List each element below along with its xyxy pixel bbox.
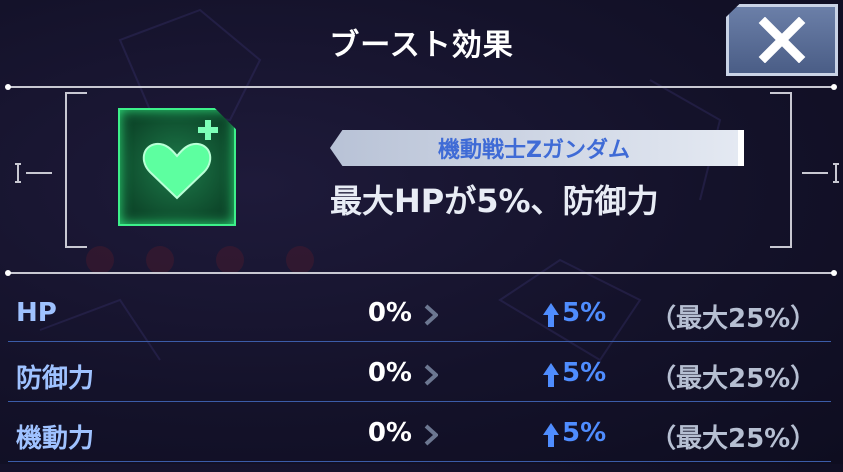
stat-new: 5% bbox=[562, 298, 607, 328]
chevron-right-icon bbox=[424, 304, 438, 326]
stat-max: （最大25%） bbox=[650, 364, 817, 394]
up-arrow-icon bbox=[543, 423, 559, 447]
divider-bottom bbox=[5, 270, 837, 276]
chevron-right-icon bbox=[424, 364, 438, 386]
stat-label: 防御力 bbox=[16, 364, 95, 394]
close-button[interactable] bbox=[726, 4, 838, 76]
stat-label: 機動力 bbox=[16, 424, 95, 454]
stats-list: HP 0% 5% （最大25%） 防御力 0% 5% （最大25%） 機動力 0… bbox=[0, 292, 843, 472]
stat-row-defense: 防御力 0% 5% （最大25%） bbox=[0, 352, 843, 412]
stat-current: 0% bbox=[367, 418, 412, 448]
stat-max: （最大25%） bbox=[650, 304, 817, 334]
page-title: ブースト効果 bbox=[329, 28, 514, 63]
stat-current: 0% bbox=[367, 298, 412, 328]
up-arrow-icon bbox=[543, 303, 559, 327]
stat-new: 5% bbox=[562, 418, 607, 448]
up-arrow-icon bbox=[543, 363, 559, 387]
close-icon bbox=[758, 17, 806, 63]
stat-row-mobility: 機動力 0% 5% （最大25%） bbox=[0, 412, 843, 472]
stat-new: 5% bbox=[562, 358, 607, 388]
frame-bracket-right bbox=[770, 92, 792, 248]
boost-effect-text: 最大HPが5%、防御力 bbox=[330, 182, 659, 220]
side-marker-right bbox=[802, 163, 839, 183]
heart-plus-icon bbox=[142, 120, 218, 200]
divider-top bbox=[5, 84, 837, 90]
stat-label: HP bbox=[16, 298, 57, 328]
boost-source-ribbon: 機動戦士Zガンダム bbox=[330, 130, 744, 166]
frame-bracket-left bbox=[65, 92, 87, 248]
stat-max: （最大25%） bbox=[650, 424, 817, 454]
boost-icon-tile bbox=[118, 108, 236, 226]
chevron-right-icon bbox=[424, 424, 438, 446]
side-marker-left bbox=[15, 163, 52, 183]
stat-row-hp: HP 0% 5% （最大25%） bbox=[0, 292, 843, 352]
stat-current: 0% bbox=[367, 358, 412, 388]
